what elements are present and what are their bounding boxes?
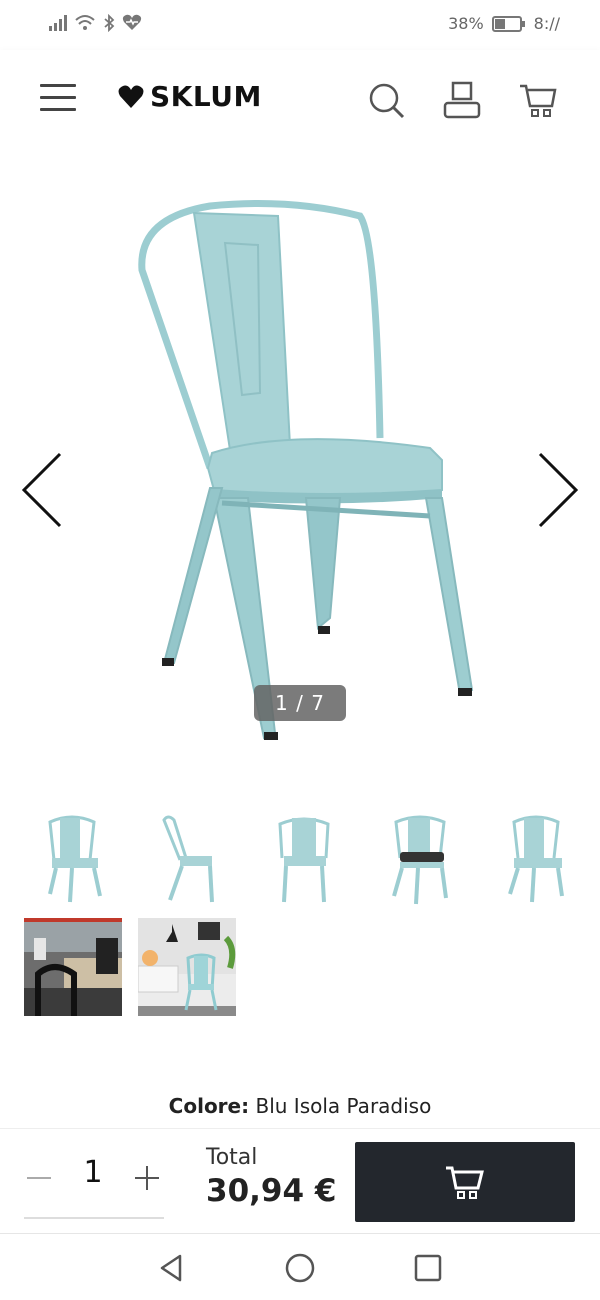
thumb-room-scene[interactable] bbox=[138, 918, 236, 1016]
quantity-stepper: 1 bbox=[24, 1147, 164, 1219]
heart-logo-icon bbox=[118, 85, 144, 108]
purchase-bar: 1 Total 30,94 € bbox=[0, 1128, 600, 1232]
decrease-quantity-button[interactable] bbox=[24, 1163, 54, 1193]
clock: 8:// bbox=[533, 14, 560, 33]
next-image-arrow-icon[interactable] bbox=[536, 450, 580, 530]
thumb-restaurant-scene[interactable] bbox=[24, 918, 122, 1016]
user-icon[interactable] bbox=[442, 80, 482, 120]
increase-quantity-button[interactable] bbox=[132, 1163, 162, 1193]
image-counter: 1 / 7 bbox=[254, 685, 346, 721]
thumb-chair-front[interactable] bbox=[24, 808, 122, 906]
brand-name: SKLUM bbox=[150, 80, 262, 113]
menu-icon-bar bbox=[40, 108, 76, 111]
menu-icon-bar bbox=[40, 84, 76, 87]
battery-icon bbox=[491, 15, 525, 32]
back-triangle-icon[interactable] bbox=[154, 1250, 190, 1286]
cart-icon bbox=[446, 1166, 484, 1199]
signal-icon bbox=[49, 15, 67, 31]
total-price: 30,94 € bbox=[206, 1173, 337, 1209]
top-header: SKLUM bbox=[0, 50, 600, 150]
thumb-chair-angle[interactable] bbox=[488, 808, 586, 906]
quantity-value[interactable]: 1 bbox=[78, 1155, 108, 1190]
color-value: Blu Isola Paradiso bbox=[255, 1094, 432, 1118]
thumb-chair-cushion[interactable] bbox=[372, 808, 470, 906]
menu-icon-bar bbox=[40, 96, 76, 99]
color-label: Colore: bbox=[168, 1094, 250, 1118]
search-icon[interactable] bbox=[366, 80, 406, 120]
status-bar: 38% 8:// bbox=[0, 0, 600, 50]
battery-percent: 38% bbox=[448, 14, 484, 33]
color-selection: Colore: Blu Isola Paradiso bbox=[0, 1094, 600, 1118]
add-to-cart-button[interactable] bbox=[355, 1142, 575, 1222]
thumb-chair-side[interactable] bbox=[140, 808, 238, 906]
wifi-icon bbox=[75, 15, 95, 30]
bluetooth-icon bbox=[104, 14, 115, 32]
cart-icon[interactable] bbox=[518, 80, 558, 120]
brand-logo[interactable]: SKLUM bbox=[118, 80, 262, 113]
home-circle-icon[interactable] bbox=[282, 1250, 318, 1286]
total-label: Total bbox=[206, 1145, 258, 1170]
thumb-chair-back[interactable] bbox=[256, 808, 354, 906]
system-navigation-bar bbox=[0, 1233, 600, 1300]
product-image-chair bbox=[138, 200, 474, 740]
health-heart-icon bbox=[122, 14, 142, 30]
prev-image-arrow-icon[interactable] bbox=[20, 450, 64, 530]
recents-square-icon[interactable] bbox=[410, 1250, 446, 1286]
product-gallery[interactable]: 1 / 7 bbox=[0, 150, 600, 780]
menu-button[interactable] bbox=[40, 84, 76, 114]
